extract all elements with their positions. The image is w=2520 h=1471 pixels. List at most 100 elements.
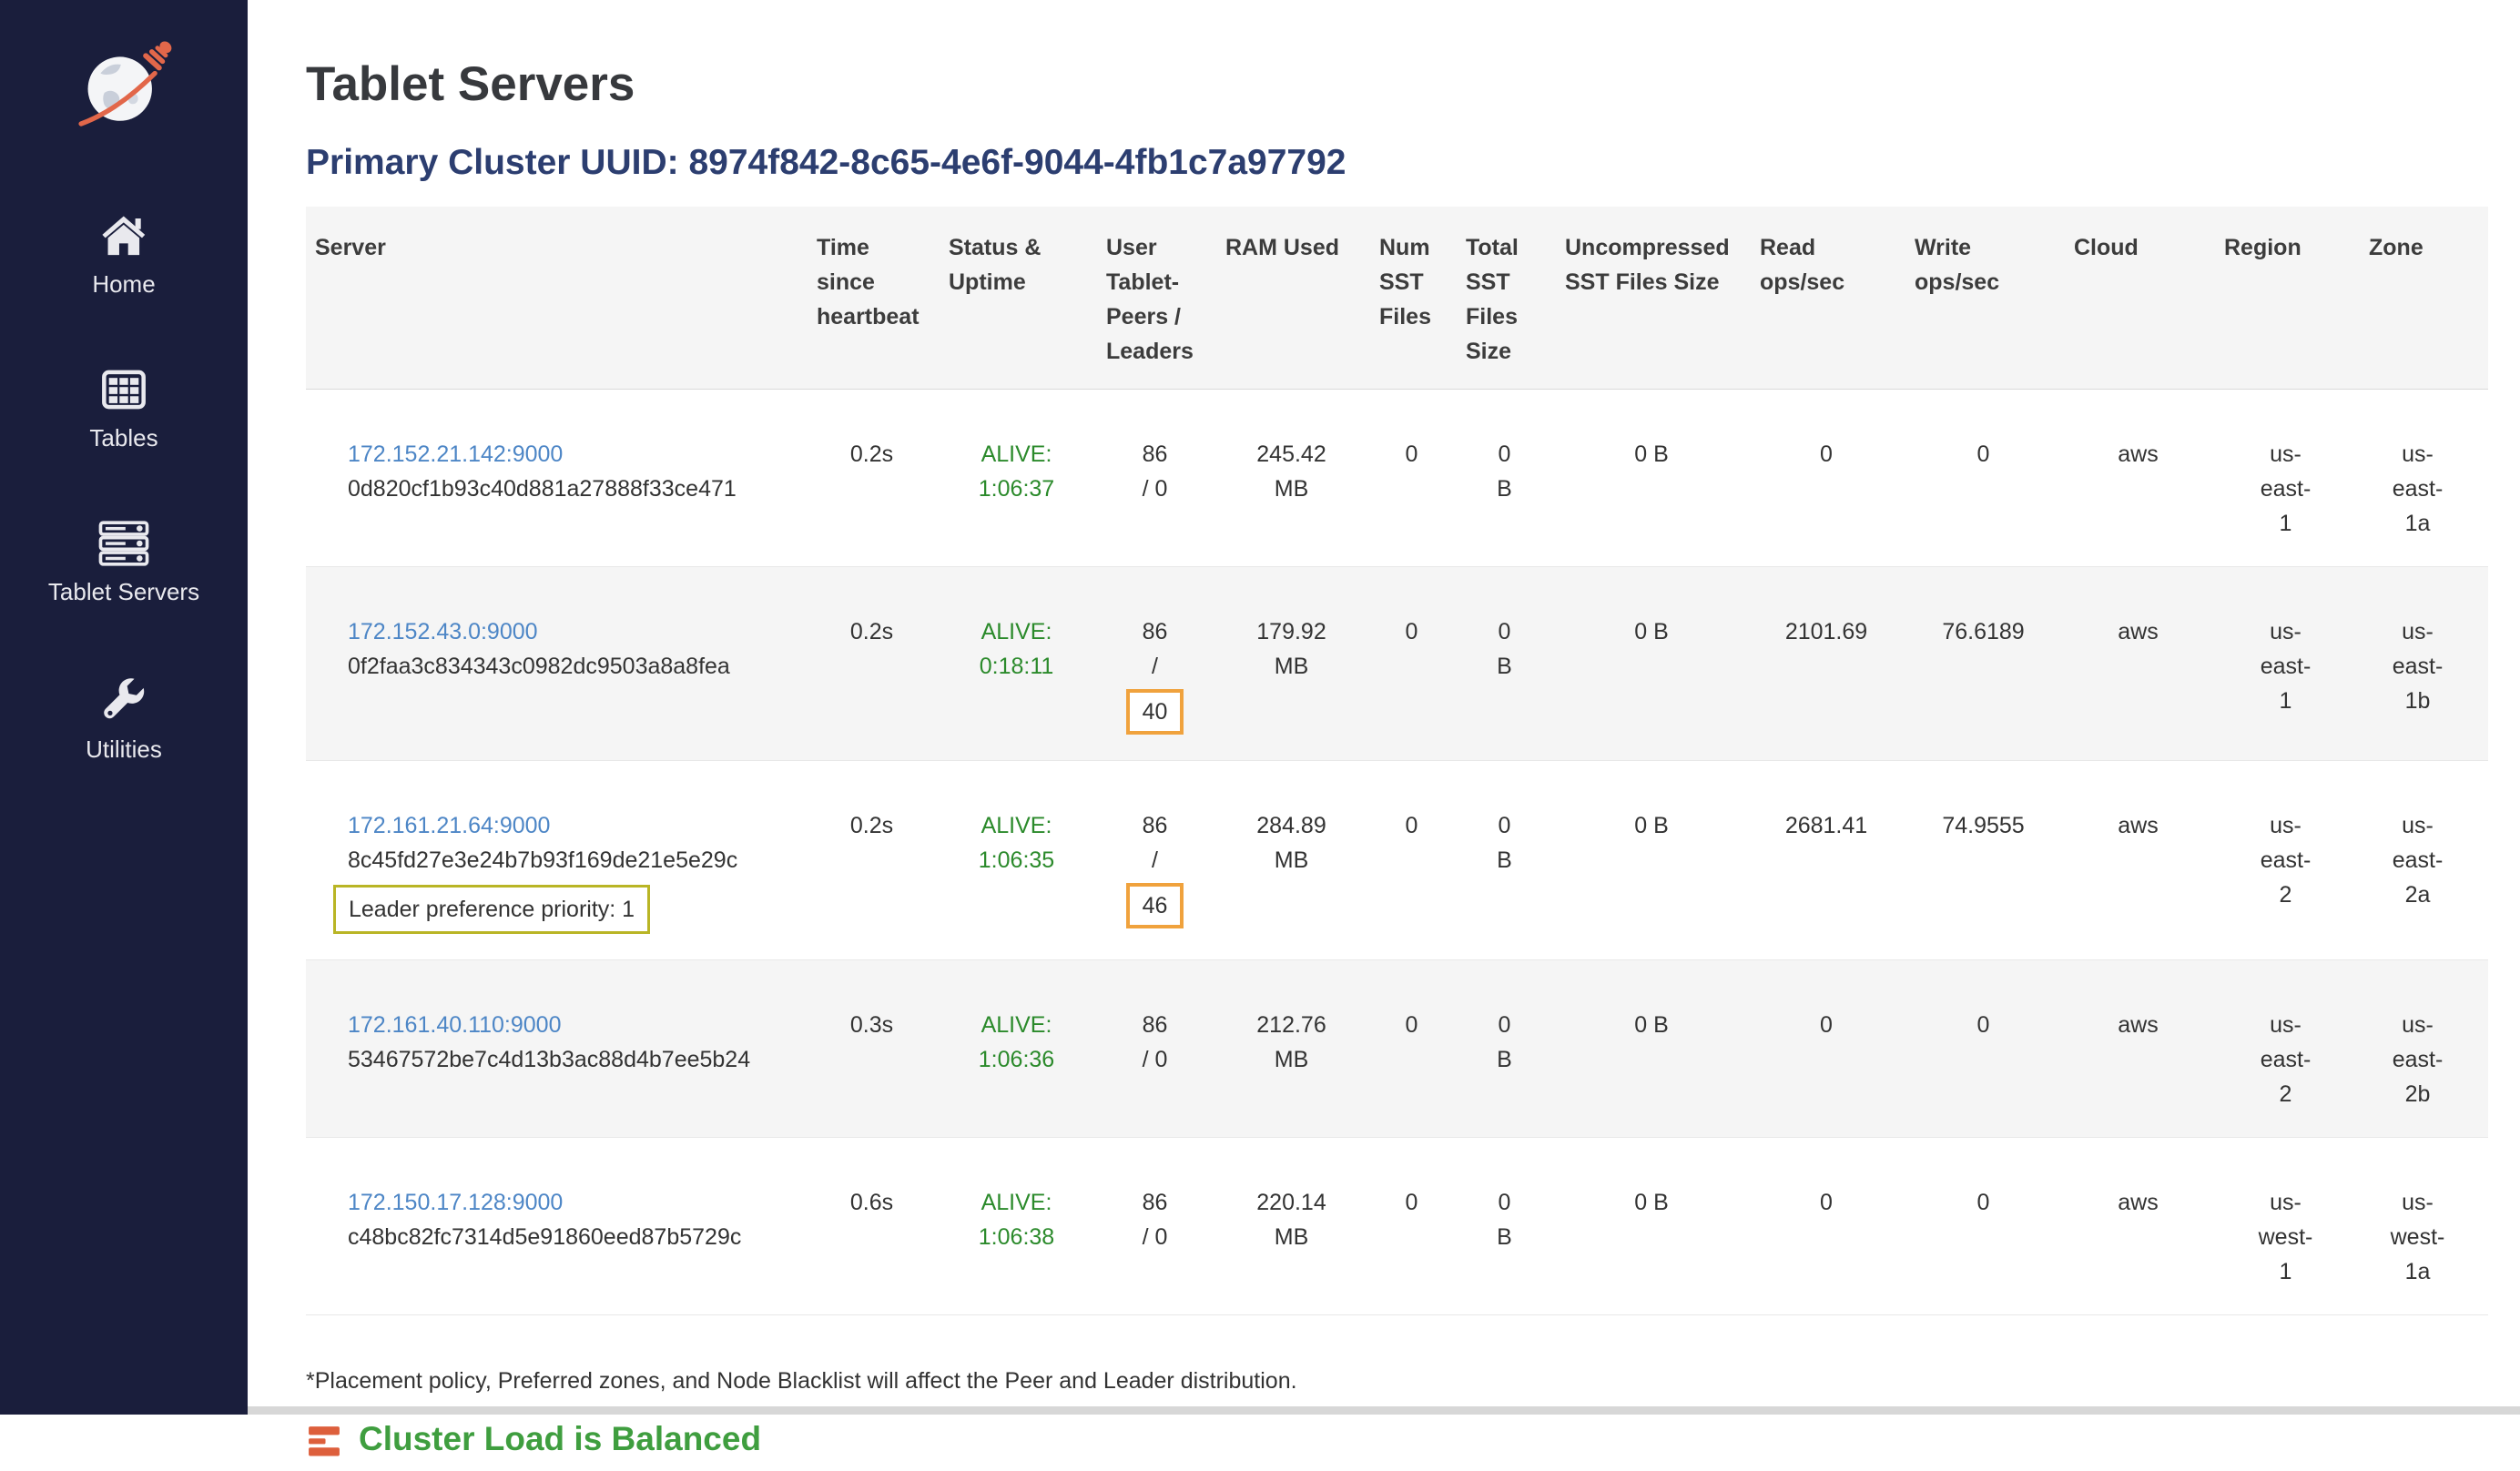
heartbeat-cell: 0.2s bbox=[817, 567, 949, 761]
cloud-cell: aws bbox=[2074, 1138, 2224, 1315]
uncompressed-sst-size-cell: 0 B bbox=[1565, 1138, 1760, 1315]
status-uptime-cell: ALIVE: 1:06:37 bbox=[949, 390, 1106, 567]
total-sst-size-cell: 0 B bbox=[1466, 567, 1565, 761]
heartbeat-cell: 0.3s bbox=[817, 960, 949, 1138]
sidebar-item-home[interactable]: Home bbox=[48, 210, 199, 299]
server-address-link[interactable]: 172.152.43.0:9000 bbox=[348, 614, 538, 649]
write-ops-cell: 0 bbox=[1915, 1138, 2074, 1315]
num-sst-files-cell: 0 bbox=[1379, 1138, 1466, 1315]
server-address-link[interactable]: 172.150.17.128:9000 bbox=[348, 1185, 563, 1220]
ram-used-cell: 179.92 MB bbox=[1225, 567, 1379, 761]
sidebar-item-utilities[interactable]: Utilities bbox=[48, 674, 199, 764]
server-stack-icon bbox=[306, 1421, 342, 1457]
status-uptime-cell: ALIVE: 0:18:11 bbox=[949, 567, 1106, 761]
read-ops-cell: 0 bbox=[1760, 1138, 1915, 1315]
zone-cell: us- east- 1b bbox=[2369, 567, 2488, 761]
region-cell: us- east- 1 bbox=[2224, 567, 2369, 761]
column-header: Total SST Files Size bbox=[1466, 207, 1565, 390]
write-ops-cell: 74.9555 bbox=[1915, 761, 2074, 960]
sidebar-item-label: Tablet Servers bbox=[48, 578, 199, 606]
placement-note: *Placement policy, Preferred zones, and … bbox=[306, 1368, 2502, 1395]
column-header: Status & Uptime bbox=[949, 207, 1106, 390]
table-row: 172.161.21.64:90008c45fd27e3e24b7b93f169… bbox=[306, 761, 2488, 960]
total-sst-size-cell: 0 B bbox=[1466, 761, 1565, 960]
num-sst-files-cell: 0 bbox=[1379, 960, 1466, 1138]
app-root: Home Tables Tablet Servers Utilities Tablet… bbox=[0, 56, 2520, 1458]
peers-boxed-line: 40 bbox=[1106, 689, 1204, 735]
tablet-servers-table: ServerTime since heartbeatStatus & Uptim… bbox=[306, 207, 2488, 1315]
zone-cell: us- west- 1a bbox=[2369, 1138, 2488, 1315]
cluster-load-heading[interactable]: Cluster Load is Balanced bbox=[306, 1420, 2502, 1458]
column-header: Cloud bbox=[2074, 207, 2224, 390]
server-address-link[interactable]: 172.161.40.110:9000 bbox=[348, 1008, 562, 1042]
tablet-servers-icon bbox=[96, 520, 152, 567]
table-row: 172.150.17.128:9000c48bc82fc7314d5e91860… bbox=[306, 1138, 2488, 1315]
status-uptime-cell: ALIVE: 1:06:38 bbox=[949, 1138, 1106, 1315]
region-cell: us- east- 2 bbox=[2224, 761, 2369, 960]
total-sst-size-cell: 0 B bbox=[1466, 1138, 1565, 1315]
column-header: RAM Used bbox=[1225, 207, 1379, 390]
region-cell: us- east- 1 bbox=[2224, 390, 2369, 567]
table-header: ServerTime since heartbeatStatus & Uptim… bbox=[306, 207, 2488, 390]
peers-leaders-value: 86 / bbox=[1143, 619, 1168, 679]
zone-cell: us- east- 2b bbox=[2369, 960, 2488, 1138]
cloud-cell: aws bbox=[2074, 960, 2224, 1138]
server-address-link[interactable]: 172.152.21.142:9000 bbox=[348, 437, 563, 472]
sidebar-item-tables[interactable]: Tables bbox=[48, 366, 199, 452]
ram-used-cell: 212.76 MB bbox=[1225, 960, 1379, 1138]
peers-leaders-cell: 86 / 0 bbox=[1106, 960, 1225, 1138]
num-sst-files-cell: 0 bbox=[1379, 390, 1466, 567]
peers-leaders-cell: 86 / 40 bbox=[1106, 567, 1225, 761]
leaders-highlight-badge: 46 bbox=[1126, 883, 1184, 928]
cloud-cell: aws bbox=[2074, 761, 2224, 960]
peers-leaders-value: 86 / bbox=[1143, 813, 1168, 873]
read-ops-cell: 0 bbox=[1760, 960, 1915, 1138]
globe-rocket-logo-icon[interactable] bbox=[66, 36, 182, 143]
num-sst-files-cell: 0 bbox=[1379, 567, 1466, 761]
column-header: Zone bbox=[2369, 207, 2488, 390]
status-uptime-cell: ALIVE: 1:06:36 bbox=[949, 960, 1106, 1138]
column-header: Read ops/sec bbox=[1760, 207, 1915, 390]
table-row: 172.152.21.142:90000d820cf1b93c40d881a27… bbox=[306, 390, 2488, 567]
table-row: 172.152.43.0:90000f2faa3c834343c0982dc95… bbox=[306, 567, 2488, 761]
server-address-link[interactable]: 172.161.21.64:9000 bbox=[348, 808, 550, 843]
peers-boxed-line: 46 bbox=[1106, 883, 1204, 928]
heartbeat-cell: 0.2s bbox=[817, 761, 949, 960]
server-cell: 172.152.43.0:90000f2faa3c834343c0982dc95… bbox=[306, 567, 817, 761]
uncompressed-sst-size-cell: 0 B bbox=[1565, 567, 1760, 761]
tables-icon bbox=[97, 366, 150, 413]
utilities-icon bbox=[97, 674, 150, 725]
server-uuid: 0d820cf1b93c40d881a27888f33ce471 bbox=[348, 472, 795, 506]
leader-preference-badge: Leader preference priority: 1 bbox=[333, 885, 650, 934]
server-cell: 172.161.21.64:90008c45fd27e3e24b7b93f169… bbox=[306, 761, 817, 960]
column-header: Write ops/sec bbox=[1915, 207, 2074, 390]
column-header: Num SST Files bbox=[1379, 207, 1466, 390]
server-uuid: c48bc82fc7314d5e91860eed87b5729c bbox=[348, 1220, 795, 1254]
main-content: Tablet Servers Primary Cluster UUID: 897… bbox=[248, 56, 2520, 1458]
horizontal-scrollbar-track[interactable] bbox=[248, 1406, 2520, 1415]
write-ops-cell: 0 bbox=[1915, 390, 2074, 567]
region-cell: us- east- 2 bbox=[2224, 960, 2369, 1138]
server-cell: 172.152.21.142:90000d820cf1b93c40d881a27… bbox=[306, 390, 817, 567]
column-header: Uncompressed SST Files Size bbox=[1565, 207, 1760, 390]
ram-used-cell: 245.42 MB bbox=[1225, 390, 1379, 567]
peers-leaders-cell: 86 / 0 bbox=[1106, 390, 1225, 567]
column-header: Region bbox=[2224, 207, 2369, 390]
peers-leaders-value: 86 / 0 bbox=[1143, 441, 1168, 502]
server-uuid: 0f2faa3c834343c0982dc9503a8a8fea bbox=[348, 649, 795, 684]
column-header: Time since heartbeat bbox=[817, 207, 949, 390]
server-cell: 172.161.40.110:900053467572be7c4d13b3ac8… bbox=[306, 960, 817, 1138]
num-sst-files-cell: 0 bbox=[1379, 761, 1466, 960]
cloud-cell: aws bbox=[2074, 390, 2224, 567]
peers-leaders-cell: 86 / 0 bbox=[1106, 1138, 1225, 1315]
zone-cell: us- east- 2a bbox=[2369, 761, 2488, 960]
sidebar-item-tablet-servers[interactable]: Tablet Servers bbox=[48, 520, 199, 606]
peers-leaders-value: 86 / 0 bbox=[1143, 1012, 1168, 1072]
sidebar: Home Tables Tablet Servers Utilities bbox=[0, 0, 248, 1415]
page-title: Tablet Servers bbox=[306, 56, 2502, 112]
ram-used-cell: 284.89 MB bbox=[1225, 761, 1379, 960]
cluster-uuid-heading: Primary Cluster UUID: 8974f842-8c65-4e6f… bbox=[306, 143, 2502, 183]
read-ops-cell: 0 bbox=[1760, 390, 1915, 567]
read-ops-cell: 2681.41 bbox=[1760, 761, 1915, 960]
status-uptime-cell: ALIVE: 1:06:35 bbox=[949, 761, 1106, 960]
